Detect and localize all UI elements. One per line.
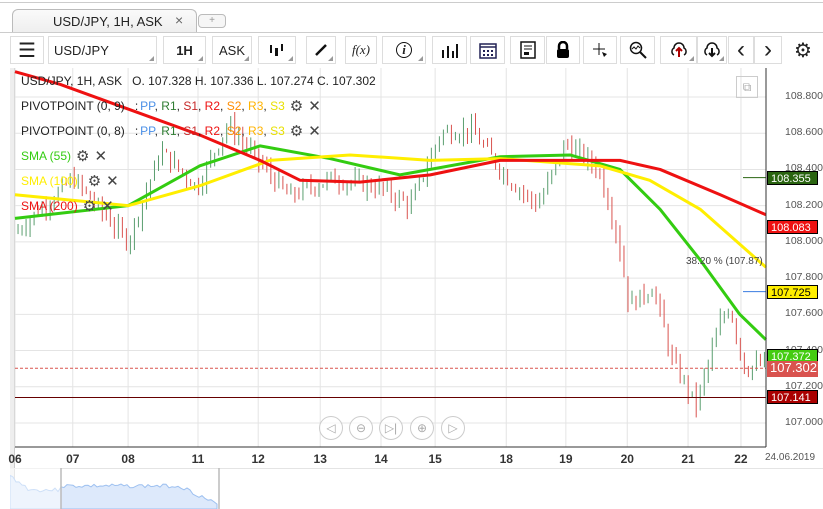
pivot-legend-1: PIVOTPOINT (0, 9) : PP, R1, S1, R2, S2, … [21, 97, 321, 115]
pivot-separator: : [134, 99, 139, 113]
pivot-item-s3: S3 [270, 99, 285, 113]
popout-icon[interactable]: ⧉ [736, 76, 758, 98]
pivot-legend-2: PIVOTPOINT (0, 8) : PP, R1, S1, R2, S2, … [21, 122, 321, 140]
ohlc-values: O. 107.328 H. 107.336 L. 107.274 C. 107.… [132, 74, 376, 88]
pivot-item-pp: PP [140, 99, 155, 113]
pivot-item-r3: R3 [248, 99, 264, 113]
time-tick-label: 11 [191, 452, 205, 466]
pivot-item-r2: R2 [204, 124, 221, 138]
ohlc-legend: USD/JPY, 1H, ASK O. 107.328 H. 107.336 L… [21, 74, 376, 88]
price-tick-label: 108.000 [785, 234, 823, 247]
price-label: 107.302 [767, 361, 818, 378]
time-tick-label: 21 [681, 452, 695, 466]
sma200-label: SMA (200) [21, 199, 78, 213]
pivot-separator: : [134, 124, 139, 138]
gear-icon[interactable]: ⚙ [83, 197, 96, 215]
sma100-label: SMA (100) [21, 174, 78, 188]
gear-icon[interactable]: ⚙ [290, 97, 303, 115]
sma55-label: SMA (55) [21, 149, 72, 163]
close-icon[interactable]: ✕ [308, 97, 321, 115]
pivot-items: PP, R1, S1, R2, S2, R3, S3 [140, 99, 285, 113]
gear-icon[interactable]: ⚙ [290, 122, 303, 140]
price-tick-label: 108.200 [785, 198, 823, 211]
date-end-label: 24.06.2019 [765, 452, 816, 463]
time-tick-label: 20 [620, 452, 634, 466]
price-tick-label: 108.800 [785, 90, 823, 102]
zoom-out-button[interactable]: ⊖ [349, 416, 373, 440]
pivot-item-r3: R3 [248, 124, 264, 138]
time-tick-label: 12 [251, 452, 265, 466]
pivot-items: PP, R1, S1, R2, S2, R3, S3 [140, 124, 285, 138]
pivot-label: PIVOTPOINT (0, 9) [21, 99, 125, 113]
navigator[interactable] [10, 468, 823, 509]
time-tick-label: 18 [499, 452, 513, 466]
time-tick-label: 19 [559, 452, 573, 466]
pan-left-button[interactable]: ◁ [319, 416, 343, 440]
fibonacci-label: 38.20 % (107.87) [686, 256, 763, 267]
pivot-item-s2: S2 [226, 124, 242, 138]
price-tick-label: 107.600 [785, 307, 823, 320]
close-icon[interactable]: ✕ [308, 122, 321, 140]
time-tick-label: 13 [313, 452, 327, 466]
pivot-item-s1: S1 [183, 99, 198, 113]
pivot-item-r2: R2 [204, 99, 221, 113]
zoom-in-button[interactable]: ⊕ [410, 416, 434, 440]
gear-icon[interactable]: ⚙ [76, 147, 89, 165]
time-tick-label: 22 [734, 452, 748, 466]
pivot-item-r1: R1 [161, 124, 177, 138]
pivot-item-pp: PP [140, 124, 155, 138]
reset-view-button[interactable]: ▷| [379, 416, 403, 440]
time-tick-label: 06 [8, 452, 22, 466]
navigator-mask [10, 468, 61, 509]
price-label: 108.355 [767, 170, 818, 185]
close-icon[interactable]: ✕ [106, 172, 119, 190]
price-tick-label: 107.000 [785, 415, 823, 428]
pan-right-button[interactable]: ▷ [441, 416, 465, 440]
pivot-label: PIVOTPOINT (0, 8) [21, 124, 125, 138]
pivot-item-s1: S1 [183, 124, 198, 138]
price-label: 107.725 [767, 284, 818, 299]
price-tick-label: 108.600 [785, 126, 823, 139]
sma55-legend: SMA (55) ⚙ ✕ [21, 147, 107, 165]
close-icon[interactable]: ✕ [94, 147, 107, 165]
price-tick-label: 107.800 [785, 271, 823, 284]
price-label: 107.141 [767, 390, 818, 405]
pivot-item-r1: R1 [161, 99, 177, 113]
time-tick-label: 07 [66, 452, 80, 466]
sma100-legend: SMA (100) ⚙ ✕ [21, 172, 119, 190]
time-tick-label: 15 [428, 452, 442, 466]
ohlc-title: USD/JPY, 1H, ASK [21, 74, 123, 88]
sma200-legend: SMA (200) ⚙ ✕ [21, 197, 114, 215]
time-tick-label: 14 [374, 452, 388, 466]
price-label: 108.083 [767, 219, 818, 234]
time-tick-label: 08 [121, 452, 135, 466]
close-icon[interactable]: ✕ [101, 197, 114, 215]
gear-icon[interactable]: ⚙ [88, 172, 101, 190]
pivot-item-s2: S2 [226, 99, 242, 113]
pivot-item-s3: S3 [270, 124, 285, 138]
